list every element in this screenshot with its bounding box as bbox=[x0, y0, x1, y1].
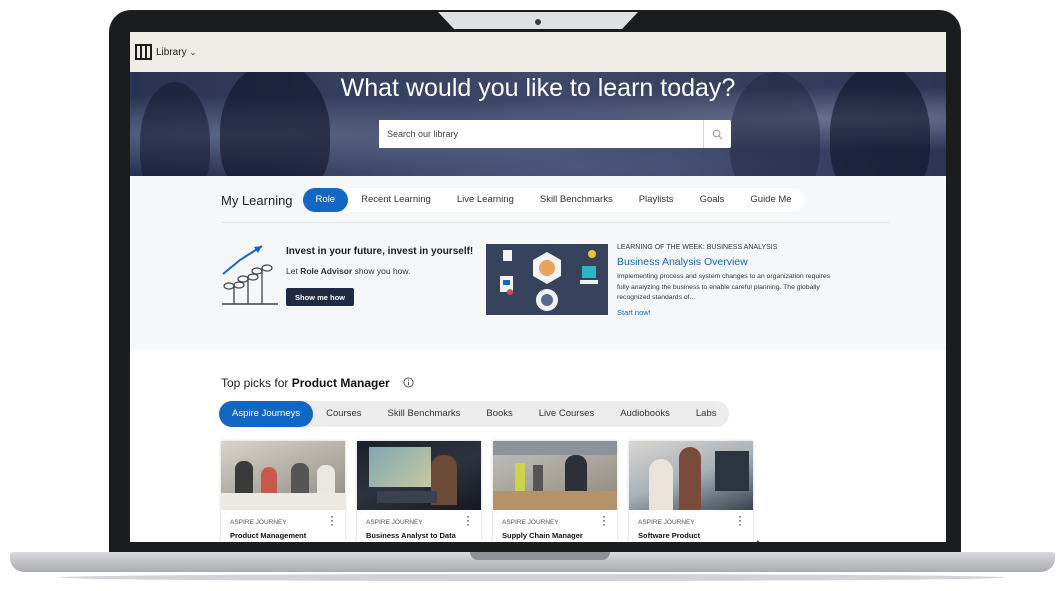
library-menu[interactable]: Library bbox=[156, 47, 187, 58]
tab-live-learning[interactable]: Live Learning bbox=[444, 188, 527, 212]
search-button[interactable] bbox=[703, 120, 731, 148]
top-picks-prefix: Top picks for bbox=[221, 376, 292, 390]
top-picks-title: Top picks for Product Manager bbox=[221, 376, 390, 390]
top-picks-section: Top picks for Product Manager Aspire Jou… bbox=[130, 350, 946, 542]
hero-banner: What would you like to learn today? bbox=[130, 72, 946, 176]
journey-card[interactable]: ASPIRE JOURNEY · · · Business Analyst to D… bbox=[357, 441, 481, 542]
card-more-icon[interactable]: · · · bbox=[467, 513, 470, 531]
top-picks-role: Product Manager bbox=[291, 376, 390, 390]
search-box bbox=[379, 120, 731, 148]
card-type: ASPIRE JOURNEY bbox=[366, 519, 423, 526]
card-title: Software Product bbox=[638, 531, 701, 540]
card-more-icon[interactable]: · · · bbox=[739, 513, 742, 531]
camera-icon bbox=[535, 19, 541, 25]
tab-guide-me[interactable]: Guide Me bbox=[737, 188, 804, 212]
card-type: ASPIRE JOURNEY bbox=[230, 519, 287, 526]
journey-card[interactable]: ASPIRE JOURNEY · · · Product Management bbox=[221, 441, 345, 542]
invest-subtitle-suffix: show you how. bbox=[352, 266, 411, 276]
journey-card[interactable]: ASPIRE JOURNEY · · · Supply Chain Manager bbox=[493, 441, 617, 542]
info-icon[interactable] bbox=[403, 377, 414, 388]
invest-subtitle: Let Role Advisor show you how. bbox=[286, 266, 486, 276]
my-learning-bar: My Learning Role Recent Learning Live Le… bbox=[221, 188, 805, 212]
tab-skill-benchmarks-content[interactable]: Skill Benchmarks bbox=[375, 401, 474, 427]
card-title: Product Management bbox=[230, 531, 307, 540]
card-thumbnail bbox=[221, 441, 345, 510]
tab-skill-benchmarks[interactable]: Skill Benchmarks bbox=[527, 188, 626, 212]
growth-plants-icon bbox=[222, 245, 278, 305]
card-title: Supply Chain Manager bbox=[502, 531, 583, 540]
card-title: Business Analyst to Data bbox=[366, 531, 456, 540]
lotw-description: Implementing process and system changes … bbox=[617, 273, 831, 301]
tab-courses[interactable]: Courses bbox=[313, 401, 374, 427]
tab-playlists[interactable]: Playlists bbox=[626, 188, 687, 212]
chevron-right-icon[interactable] bbox=[755, 539, 765, 542]
journey-card[interactable]: ASPIRE JOURNEY · · · Software Product bbox=[629, 441, 753, 542]
role-advisor-label: Role Advisor bbox=[300, 266, 353, 276]
learning-of-the-week: LEARNING OF THE WEEK: BUSINESS ANALYSIS … bbox=[617, 244, 833, 317]
my-learning-title: My Learning bbox=[221, 192, 293, 208]
card-thumbnail bbox=[493, 441, 617, 510]
card-more-icon[interactable]: · · · bbox=[331, 513, 334, 531]
chevron-down-icon[interactable]: ⌄ bbox=[190, 48, 197, 57]
lotw-label: LEARNING OF THE WEEK: BUSINESS ANALYSIS bbox=[617, 244, 778, 251]
start-now-link[interactable]: Start now! bbox=[617, 308, 833, 317]
tab-role[interactable]: Role bbox=[302, 188, 349, 212]
card-more-icon[interactable]: · · · bbox=[603, 513, 606, 531]
tab-recent-learning[interactable]: Recent Learning bbox=[348, 188, 444, 212]
top-bar: Library ⌄ bbox=[130, 32, 946, 72]
tab-aspire-journeys[interactable]: Aspire Journeys bbox=[219, 401, 314, 427]
business-analysis-illustration-icon bbox=[500, 250, 598, 311]
card-type: ASPIRE JOURNEY bbox=[502, 519, 559, 526]
laptop-base-groove bbox=[470, 552, 610, 560]
section-divider bbox=[221, 222, 889, 223]
laptop-shadow bbox=[60, 574, 1005, 581]
tab-audiobooks[interactable]: Audiobooks bbox=[607, 401, 683, 427]
search-input[interactable] bbox=[379, 120, 703, 148]
invest-title: Invest in your future, invest in yoursel… bbox=[286, 246, 474, 257]
tab-goals[interactable]: Goals bbox=[687, 188, 738, 212]
screen: Library ⌄ What would you like to learn t… bbox=[130, 32, 946, 542]
hero-title: What would you like to learn today? bbox=[340, 74, 736, 102]
tab-books[interactable]: Books bbox=[473, 401, 525, 427]
show-me-how-button[interactable]: Show me how bbox=[286, 288, 354, 306]
learning-of-the-week-thumbnail[interactable] bbox=[486, 244, 608, 315]
card-thumbnail bbox=[357, 441, 481, 510]
card-type: ASPIRE JOURNEY bbox=[638, 519, 695, 526]
tab-live-courses[interactable]: Live Courses bbox=[526, 401, 607, 427]
search-icon bbox=[712, 129, 723, 139]
lotw-title-link[interactable]: Business Analysis Overview bbox=[617, 256, 833, 268]
my-learning-tabs: Role Recent Learning Live Learning Skill… bbox=[302, 188, 805, 212]
tab-labs[interactable]: Labs bbox=[683, 401, 730, 427]
card-thumbnail bbox=[629, 441, 753, 510]
content-type-tabs: Aspire Journeys Courses Skill Benchmarks… bbox=[219, 401, 730, 427]
library-logo-icon[interactable] bbox=[135, 44, 152, 60]
invest-subtitle-prefix: Let bbox=[286, 266, 301, 276]
